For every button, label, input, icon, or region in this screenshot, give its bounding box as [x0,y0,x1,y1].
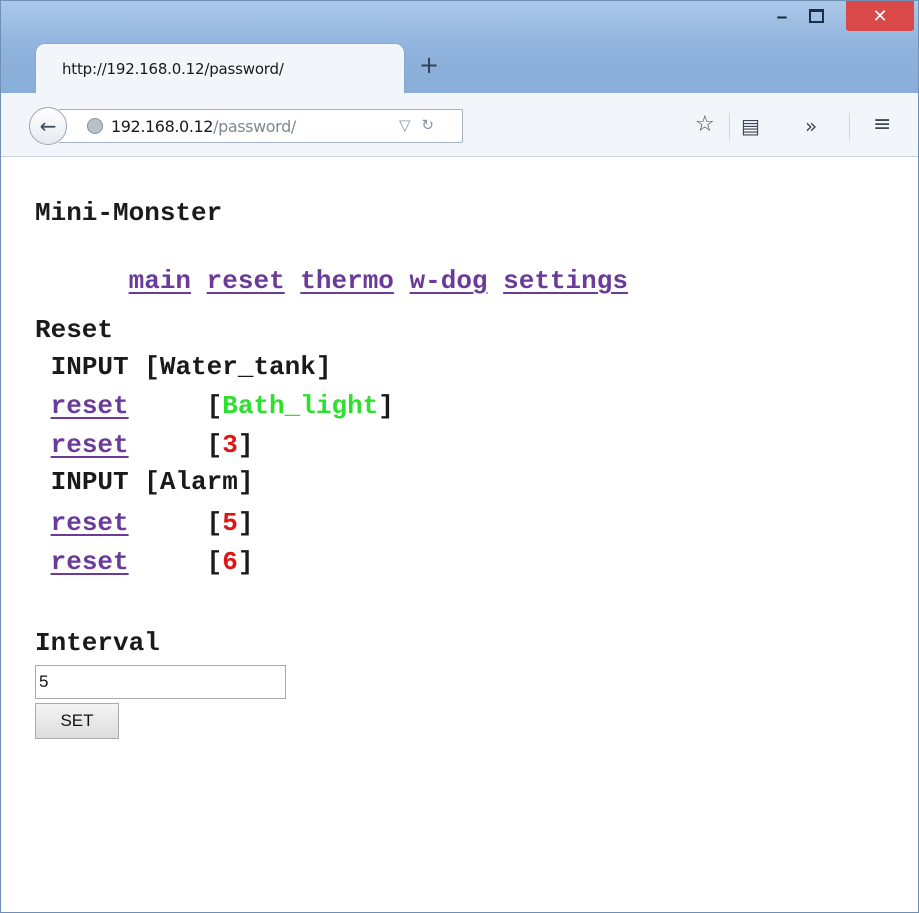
reset-link[interactable]: reset [51,508,129,538]
set-button[interactable]: SET [35,703,119,739]
reading-list-icon[interactable]: ▤ [741,114,760,138]
new-tab-button[interactable]: + [419,53,439,77]
reset-link[interactable]: reset [51,547,129,577]
nav-link-main[interactable]: main [129,266,191,296]
minimize-button[interactable]: ‒ [765,1,799,31]
tab-title: http://192.168.0.12/password/ [62,60,284,78]
list-item: reset [5] [50,508,254,538]
hamburger-menu-icon[interactable]: ≡ [873,112,891,137]
overflow-chevron-icon[interactable]: » [805,114,817,138]
nav-link-settings[interactable]: settings [503,266,628,296]
url-text[interactable]: 192.168.0.12/password/ [111,117,296,136]
interval-input[interactable] [35,665,286,699]
output-name: Bath_light [222,391,379,421]
url-path: /password/ [213,117,296,136]
back-button[interactable]: ← [29,107,67,145]
section-title: Reset [35,315,114,345]
globe-icon[interactable] [87,118,103,134]
url-host: 192.168.0.12 [111,117,214,136]
list-item: INPUT [Alarm] [50,467,254,497]
nav-link-reset[interactable]: reset [207,266,285,296]
maximize-button[interactable] [799,1,833,31]
list-item: reset [Bath_light] [50,391,394,421]
dropdown-icon[interactable]: ▽ [399,116,411,134]
back-arrow-icon: ← [39,114,57,138]
toolbar-separator [729,113,730,141]
list-item: reset [6] [50,547,254,577]
browser-window: ‒ ✕ http://192.168.0.12/password/ + ← 19… [0,0,919,913]
reset-link[interactable]: reset [51,430,129,460]
reload-icon[interactable]: ↻ [421,116,434,134]
nav-link-w-dog[interactable]: w-dog [410,266,488,296]
interval-label: Interval [35,628,160,658]
nav-link-thermo[interactable]: thermo [300,266,394,296]
maximize-icon [808,9,824,23]
list-item: reset [3] [50,430,254,460]
close-button[interactable]: ✕ [846,1,914,31]
input-label: INPUT [50,352,129,382]
input-label: INPUT [50,467,129,497]
bookmark-star-icon[interactable]: ☆ [695,112,715,137]
toolbar-separator [849,113,850,141]
input-name: Water_tank [159,352,316,382]
browser-tab[interactable]: http://192.168.0.12/password/ [35,43,405,93]
url-actions: ▽ ↻ [399,116,434,134]
input-name: Alarm [159,467,238,497]
list-item: INPUT [Water_tank] [50,352,332,382]
nav-links: main reset thermo w-dog settings [35,233,628,329]
output-name: 6 [222,547,238,577]
reset-link[interactable]: reset [51,391,129,421]
output-name: 5 [222,508,238,538]
page-title: Mini-Monster [35,198,223,228]
output-name: 3 [222,430,238,460]
